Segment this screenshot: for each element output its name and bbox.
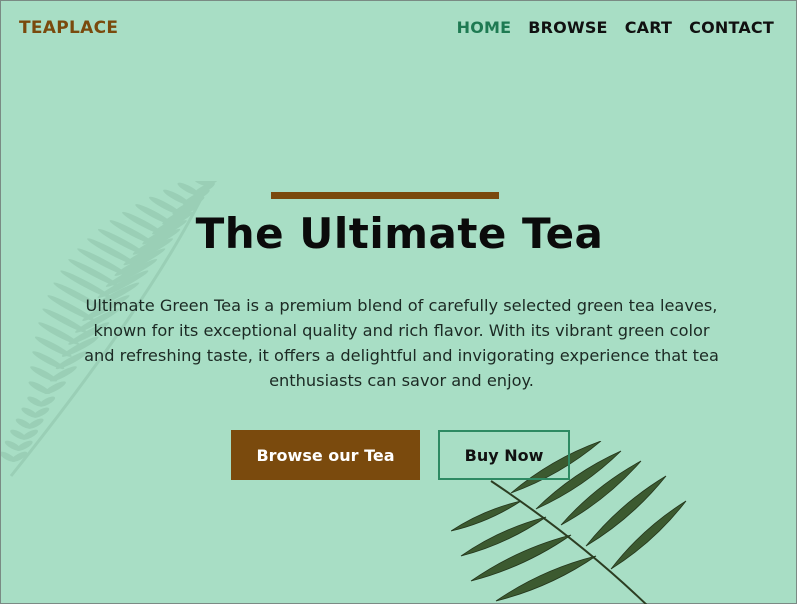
title-accent-bar	[271, 192, 499, 199]
browse-tea-button[interactable]: Browse our Tea	[231, 430, 420, 480]
hero-section: The Ultimate Tea Ultimate Green Tea is a…	[1, 1, 797, 604]
hero-description: Ultimate Green Tea is a premium blend of…	[84, 296, 719, 390]
hero-title: The Ultimate Tea	[195, 209, 604, 258]
buy-now-button[interactable]: Buy Now	[438, 430, 570, 480]
